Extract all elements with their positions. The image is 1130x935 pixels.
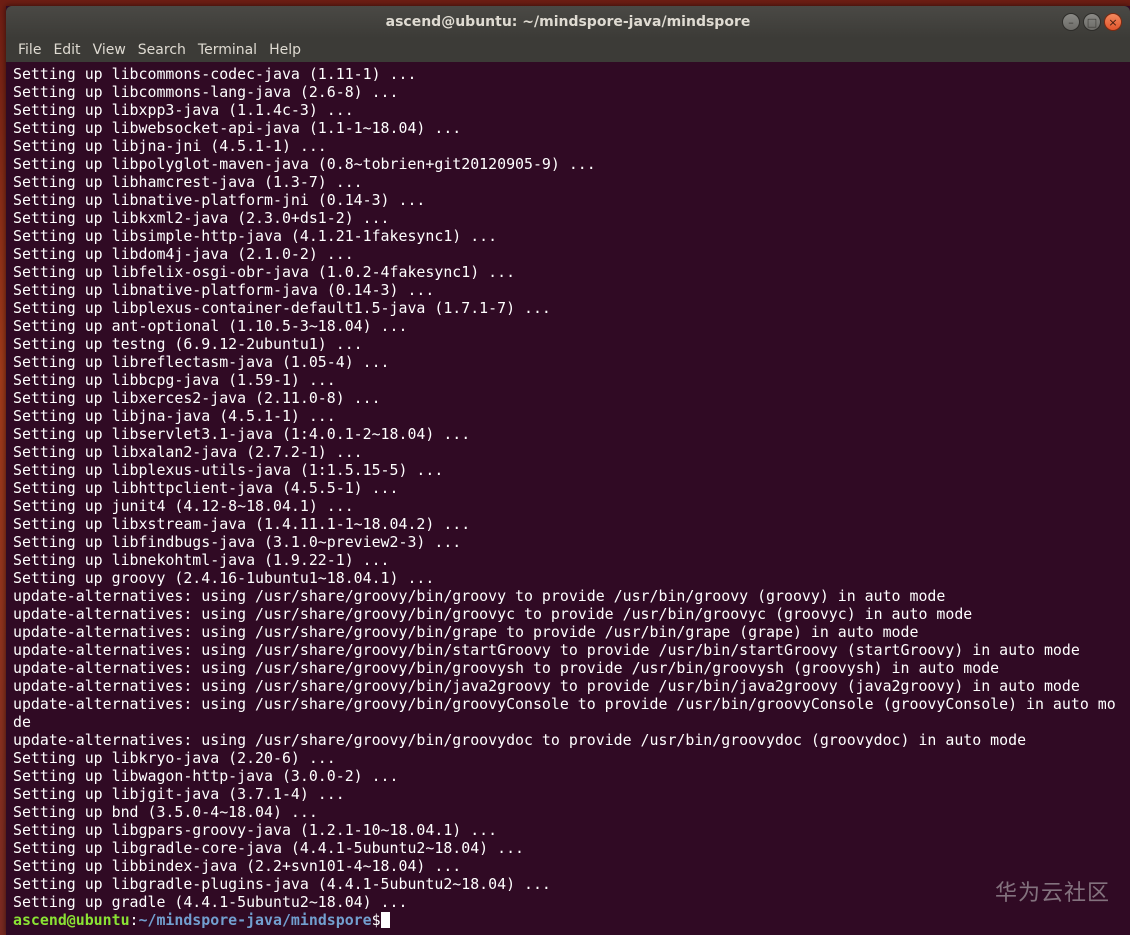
terminal-line: update-alternatives: using /usr/share/gr… xyxy=(13,731,1027,749)
menu-bar: File Edit View Search Terminal Help xyxy=(6,38,1130,62)
terminal-line: Setting up libhamcrest-java (1.3-7) ... xyxy=(13,173,363,191)
terminal-line: Setting up libkryo-java (2.20-6) ... xyxy=(13,749,336,767)
terminal-output[interactable]: Setting up libcommons-codec-java (1.11-1… xyxy=(6,62,1130,935)
terminal-line: Setting up libfindbugs-java (3.1.0~previ… xyxy=(13,533,462,551)
terminal-line: update-alternatives: using /usr/share/gr… xyxy=(13,677,1080,695)
terminal-line: Setting up libfelix-osgi-obr-java (1.0.2… xyxy=(13,263,516,281)
terminal-line: Setting up gradle (4.4.1-5ubuntu2~18.04)… xyxy=(13,893,408,911)
terminal-lines: Setting up libcommons-codec-java (1.11-1… xyxy=(13,65,1130,911)
window-controls: – □ × xyxy=(1062,13,1122,31)
terminal-line: Setting up libcommons-codec-java (1.11-1… xyxy=(13,65,417,83)
terminal-line: Setting up libpolyglot-maven-java (0.8~t… xyxy=(13,155,596,173)
terminal-line: Setting up libxpp3-java (1.1.4c-3) ... xyxy=(13,101,354,119)
terminal-line: Setting up libgradle-plugins-java (4.4.1… xyxy=(13,875,551,893)
terminal-line: Setting up libxstream-java (1.4.11.1-1~1… xyxy=(13,515,471,533)
menu-search[interactable]: Search xyxy=(132,38,192,62)
terminal-line: Setting up libsimple-http-java (4.1.21-1… xyxy=(13,227,498,245)
terminal-line: Setting up ant-optional (1.10.5-3~18.04)… xyxy=(13,317,408,335)
prompt-path: ~/mindspore-java/mindspore xyxy=(138,911,372,929)
menu-edit[interactable]: Edit xyxy=(47,38,86,62)
terminal-line: Setting up libkxml2-java (2.3.0+ds1-2) .… xyxy=(13,209,390,227)
terminal-line: Setting up libcommons-lang-java (2.6-8) … xyxy=(13,83,399,101)
terminal-line: Setting up libbindex-java (2.2+svn101-4~… xyxy=(13,857,462,875)
terminal-line: Setting up libgradle-core-java (4.4.1-5u… xyxy=(13,839,525,857)
terminal-line: update-alternatives: using /usr/share/gr… xyxy=(13,587,946,605)
terminal-line: Setting up libjgit-java (3.7.1-4) ... xyxy=(13,785,345,803)
terminal-line: Setting up libjna-java (4.5.1-1) ... xyxy=(13,407,336,425)
terminal-line: Setting up libxerces2-java (2.11.0-8) ..… xyxy=(13,389,381,407)
maximize-button[interactable]: □ xyxy=(1083,13,1101,31)
minimize-icon: – xyxy=(1068,15,1074,29)
terminal-line: update-alternatives: using /usr/share/gr… xyxy=(13,641,1080,659)
terminal-line: Setting up libwagon-http-java (3.0.0-2) … xyxy=(13,767,399,785)
maximize-icon: □ xyxy=(1086,15,1098,29)
terminal-line: update-alternatives: using /usr/share/gr… xyxy=(13,623,919,641)
terminal-line: Setting up libwebsocket-api-java (1.1-1~… xyxy=(13,119,462,137)
window-title: ascend@ubuntu: ~/mindspore-java/mindspor… xyxy=(385,14,751,30)
menu-view[interactable]: View xyxy=(87,38,132,62)
terminal-line: Setting up libplexus-container-default1.… xyxy=(13,299,551,317)
terminal-line: Setting up libnative-platform-jni (0.14-… xyxy=(13,191,426,209)
terminal-line: Setting up testng (6.9.12-2ubuntu1) ... xyxy=(13,335,363,353)
terminal-line: Setting up libgpars-groovy-java (1.2.1-1… xyxy=(13,821,498,839)
terminal-line: Setting up bnd (3.5.0-4~18.04) ... xyxy=(13,803,318,821)
menu-terminal[interactable]: Terminal xyxy=(192,38,263,62)
menu-help[interactable]: Help xyxy=(263,38,307,62)
shell-prompt-line[interactable]: ascend@ubuntu:~/mindspore-java/mindspore… xyxy=(13,911,1130,929)
prompt-separator: : xyxy=(129,911,139,929)
terminal-line: Setting up libbcpg-java (1.59-1) ... xyxy=(13,371,336,389)
terminal-line: Setting up libjna-jni (4.5.1-1) ... xyxy=(13,137,327,155)
prompt-user-host: ascend@ubuntu xyxy=(13,911,130,929)
terminal-line: Setting up libnekohtml-java (1.9.22-1) .… xyxy=(13,551,390,569)
minimize-button[interactable]: – xyxy=(1062,13,1080,31)
terminal-line: Setting up libxalan2-java (2.7.2-1) ... xyxy=(13,443,363,461)
watermark: 华为云社区 xyxy=(994,881,1110,906)
terminal-line: update-alternatives: using /usr/share/gr… xyxy=(13,605,973,623)
close-button[interactable]: × xyxy=(1104,13,1122,31)
terminal-line: update-alternatives: using /usr/share/gr… xyxy=(13,695,1116,713)
close-icon: × xyxy=(1108,15,1118,29)
prompt-symbol: $ xyxy=(371,911,381,929)
text-cursor xyxy=(380,912,390,928)
terminal-line: Setting up junit4 (4.12-8~18.04.1) ... xyxy=(13,497,354,515)
terminal-line: Setting up libservlet3.1-java (1:4.0.1-2… xyxy=(13,425,471,443)
title-bar[interactable]: ascend@ubuntu: ~/mindspore-java/mindspor… xyxy=(6,6,1130,38)
menu-file[interactable]: File xyxy=(12,38,47,62)
terminal-line: Setting up libnative-platform-java (0.14… xyxy=(13,281,435,299)
terminal-line: de xyxy=(13,713,31,731)
terminal-line: Setting up libhttpclient-java (4.5.5-1) … xyxy=(13,479,399,497)
terminal-line: Setting up groovy (2.4.16-1ubuntu1~18.04… xyxy=(13,569,435,587)
terminal-line: Setting up libreflectasm-java (1.05-4) .… xyxy=(13,353,390,371)
terminal-window: ascend@ubuntu: ~/mindspore-java/mindspor… xyxy=(6,6,1130,935)
terminal-line: update-alternatives: using /usr/share/gr… xyxy=(13,659,1000,677)
terminal-line: Setting up libdom4j-java (2.1.0-2) ... xyxy=(13,245,354,263)
terminal-line: Setting up libplexus-utils-java (1:1.5.1… xyxy=(13,461,444,479)
